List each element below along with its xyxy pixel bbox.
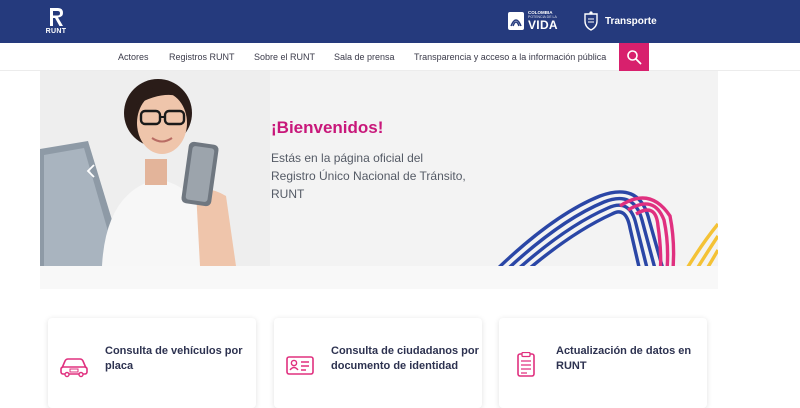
logo-text: RUNT — [45, 28, 67, 35]
decorative-ribbon — [484, 190, 718, 280]
search-icon — [627, 50, 642, 65]
hero-title: ¡Bienvenidos! — [271, 118, 384, 137]
nav-item-sobre[interactable]: Sobre el RUNT — [254, 43, 315, 71]
nav-item-registros[interactable]: Registros RUNT — [169, 43, 235, 71]
coat-of-arms-icon — [584, 11, 598, 31]
card-label: Actualización de datos en RUNT — [556, 345, 692, 372]
car-icon — [60, 358, 88, 378]
hero-banner: ¡Bienvenidos! Estás en la página oficial… — [40, 71, 718, 289]
carousel-prev-button[interactable] — [84, 162, 98, 180]
id-card-icon — [286, 356, 314, 375]
colombia-potencia-logo[interactable]: COLOMBIA POTENCIA DE LA VIDA — [508, 10, 558, 32]
colombia-tagline: POTENCIA DE LA — [528, 14, 557, 19]
search-button[interactable] — [619, 43, 649, 71]
main-nav: Actores Registros RUNT Sobre el RUNT Sal… — [0, 43, 800, 71]
hero-woman-image — [40, 71, 270, 266]
runt-logo-icon — [50, 8, 63, 26]
wave-emblem-icon — [508, 12, 524, 30]
chevron-left-icon — [86, 164, 95, 178]
top-bar: RUNT COLOMBIA POTENCIA DE LA VIDA Transp… — [0, 0, 800, 43]
colombia-big-text: VIDA — [528, 18, 558, 32]
card-label: Consulta de vehículos por placa — [105, 345, 243, 372]
ministerio-transporte-logo[interactable]: Transporte — [583, 10, 657, 32]
runt-logo[interactable]: RUNT — [44, 5, 68, 39]
transporte-label: Transporte — [605, 15, 657, 27]
card-consulta-ciudadanos[interactable]: Consulta de ciudadanos por documento de … — [274, 318, 482, 408]
nav-item-actores[interactable]: Actores — [118, 43, 149, 71]
card-consulta-vehiculos[interactable]: Consulta de vehículos por placa — [48, 318, 256, 408]
hero-footer-strip — [40, 266, 718, 289]
nav-item-sala-prensa[interactable]: Sala de prensa — [334, 43, 395, 71]
card-label: Consulta de ciudadanos por documento de … — [331, 345, 479, 372]
nav-item-transparencia[interactable]: Transparencia y acceso a la información … — [414, 43, 606, 71]
document-icon — [517, 352, 535, 377]
card-actualizacion-datos[interactable]: Actualización de datos en RUNT — [499, 318, 707, 408]
hero-description: Estás en la página oficial del Registro … — [271, 151, 466, 201]
